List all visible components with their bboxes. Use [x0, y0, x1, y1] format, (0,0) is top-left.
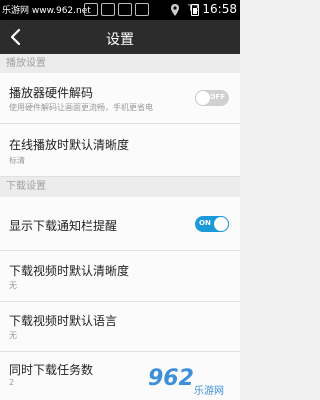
watermark-logo: 962 乐游网 — [148, 366, 238, 398]
setting-label: 播放器硬件解码 — [9, 86, 94, 100]
setting-label: 显示下载通知栏提醒 — [9, 219, 118, 233]
toggle-text: OFF — [209, 93, 225, 101]
notification-icon — [135, 3, 149, 16]
location-icon — [171, 4, 179, 16]
setting-download-notify[interactable]: 显示下载通知栏提醒 ON — [0, 197, 240, 251]
status-time: 16:58 — [202, 2, 237, 16]
watermark-sub: 乐游网 — [194, 386, 224, 397]
title-bar: 设置 — [0, 20, 240, 54]
section-header-download: 下载设置 — [0, 177, 240, 197]
setting-hw-decode[interactable]: 播放器硬件解码 使用硬件解码让画面更流畅，手机更省电 OFF — [0, 73, 240, 124]
setting-online-quality[interactable]: 在线播放时默认清晰度 标清 — [0, 124, 240, 177]
setting-label: 同时下载任务数 — [9, 363, 94, 377]
setting-value: 无 — [9, 331, 17, 340]
download-notify-toggle[interactable]: ON — [195, 216, 229, 232]
setting-subtitle: 使用硬件解码让画面更流畅，手机更省电 — [9, 103, 153, 112]
section-header-playback: 播放设置 — [0, 54, 240, 73]
toggle-text: ON — [199, 219, 211, 227]
hw-decode-toggle[interactable]: OFF — [195, 90, 229, 106]
setting-label: 在线播放时默认清晰度 — [9, 138, 130, 152]
setting-label: 下载视频时默认语言 — [9, 314, 118, 328]
setting-value: 无 — [9, 281, 17, 290]
notification-icon — [118, 3, 132, 16]
notification-icon — [84, 3, 98, 16]
setting-label: 下载视频时默认清晰度 — [9, 264, 130, 278]
watermark-main: 962 — [148, 366, 194, 391]
page-title: 设置 — [106, 32, 134, 48]
status-bar: 乐游网 www.962.net T2 16:58 — [0, 0, 240, 20]
battery-icon — [191, 4, 199, 16]
toggle-knob — [213, 216, 229, 232]
setting-download-language[interactable]: 下载视频时默认语言 无 — [0, 302, 240, 352]
notification-icon — [101, 3, 115, 16]
toggle-knob — [195, 90, 211, 106]
setting-value: 标清 — [9, 156, 25, 165]
status-brand-text: 乐游网 www.962.net — [2, 6, 91, 16]
setting-value: 2 — [9, 378, 15, 387]
setting-download-quality[interactable]: 下载视频时默认清晰度 无 — [0, 251, 240, 302]
